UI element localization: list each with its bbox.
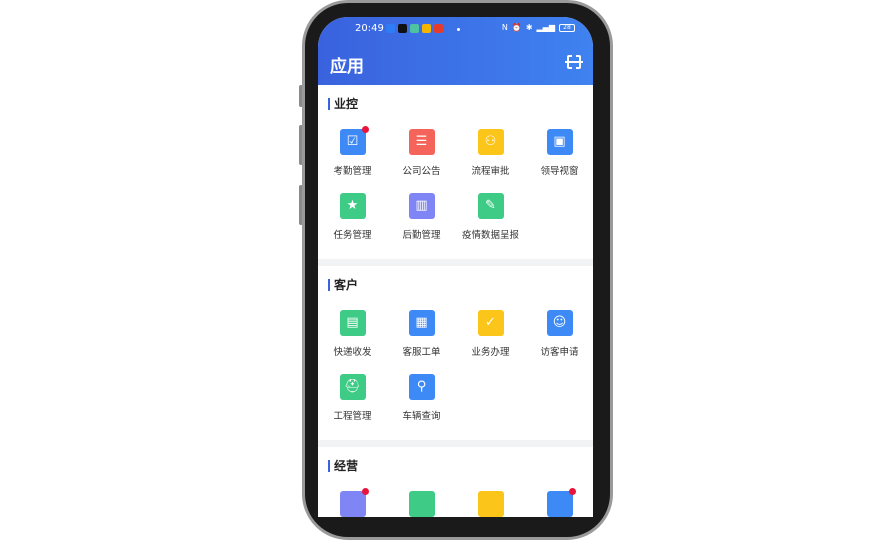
notification-badge xyxy=(568,488,576,495)
app-sections: 业控 ☑ 考勤管理 ☰ 公司公告 ⚇ 流程审批 ▣ 领导视窗 ★ 任务管理 ▥ 后勤管理 ✎ 疫情数据呈报客… xyxy=(318,85,593,517)
app-label: 车辆查询 xyxy=(402,411,441,422)
app-header: 20:49 N ⏰ ✱ ▂▄▆ 28 应用 xyxy=(318,17,593,85)
app-icon: ▦ xyxy=(408,310,435,336)
app-item[interactable]: ▣ 领导视窗 xyxy=(525,121,593,185)
app-icon: ✓ xyxy=(477,310,504,336)
notification-app-icon xyxy=(386,24,395,33)
app-item[interactable]: ▥ 后勤管理 xyxy=(387,185,456,249)
app-item[interactable]: ⚲ 车辆查询 xyxy=(387,366,456,430)
app-item[interactable]: ⚇ 流程审批 xyxy=(456,121,525,185)
section-title: 经营 xyxy=(318,457,593,475)
app-icon: ☺ xyxy=(546,310,573,336)
app-glyph-icon: ✓ xyxy=(485,315,496,330)
page-title: 应用 xyxy=(330,57,364,77)
app-item[interactable]: ☰ 公司公告 xyxy=(387,121,456,185)
app-item[interactable]: ✓ 业务办理 xyxy=(456,302,525,366)
app-label: 考勤管理 xyxy=(333,166,372,177)
app-item[interactable]: ▤ 快递收发 xyxy=(318,302,387,366)
app-icon: ⚇ xyxy=(477,129,504,155)
phone-screen: 20:49 N ⏰ ✱ ▂▄▆ 28 应用 业控 ☑ 考勤管理 ☰ 公司公告 ⚇ 流程审批 ▣… xyxy=(318,17,593,517)
app-icon: ▤ xyxy=(339,310,366,336)
app-glyph-icon: ▣ xyxy=(553,134,566,149)
app-label: 业务办理 xyxy=(471,347,510,358)
app-glyph-icon: ☰ xyxy=(415,134,428,149)
app-glyph-icon: ✎ xyxy=(485,198,496,213)
app-icon xyxy=(477,491,504,517)
notification-icons xyxy=(386,24,443,33)
more-notifications-icon xyxy=(457,28,460,31)
app-glyph-icon: ☑ xyxy=(346,134,359,149)
app-icon xyxy=(339,488,369,517)
app-icon xyxy=(546,488,576,517)
alarm-icon: ⏰ xyxy=(511,23,522,32)
app-label: 领导视窗 xyxy=(540,166,579,177)
section-2: 客户 ▤ 快递收发 ▦ 客服工单 ✓ 业务办理 ☺ 访客申请 ⛑ 工程管理 ⚲ 车辆查询 xyxy=(318,266,593,440)
app-icon: ▥ xyxy=(408,193,435,219)
app-glyph-icon: ⛑ xyxy=(344,379,361,394)
notification-app-icon xyxy=(422,24,431,33)
notification-app-icon xyxy=(434,24,443,33)
app-label: 客服工单 xyxy=(402,347,441,358)
app-label: 任务管理 xyxy=(333,230,372,241)
nfc-icon: N xyxy=(501,23,508,32)
status-time: 20:49 xyxy=(355,23,384,34)
section-1: 业控 ☑ 考勤管理 ☰ 公司公告 ⚇ 流程审批 ▣ 领导视窗 ★ 任务管理 ▥ 后勤管理 ✎ 疫情数据呈报 xyxy=(318,85,593,259)
app-glyph-icon: ⚲ xyxy=(416,379,427,394)
app-icon xyxy=(408,491,435,517)
notification-app-icon xyxy=(398,24,407,33)
system-status: N ⏰ ✱ ▂▄▆ 28 xyxy=(502,23,575,32)
app-icon: ☰ xyxy=(408,129,435,155)
section-3: 经营 xyxy=(318,447,593,517)
app-item[interactable]: ☺ 访客申请 xyxy=(525,302,593,366)
notification-badge xyxy=(361,126,369,133)
app-glyph-icon: ☺ xyxy=(552,315,567,330)
app-icon: ▣ xyxy=(546,129,573,155)
app-item[interactable]: ☑ 考勤管理 xyxy=(318,121,387,185)
app-glyph-icon: ▦ xyxy=(415,315,428,330)
app-label: 流程审批 xyxy=(471,166,510,177)
app-glyph-icon: ★ xyxy=(346,198,359,213)
app-label: 疫情数据呈报 xyxy=(461,230,519,241)
app-item[interactable]: ⛑ 工程管理 xyxy=(318,366,387,430)
app-item[interactable] xyxy=(456,483,525,517)
app-item[interactable] xyxy=(387,483,456,517)
app-icon: ★ xyxy=(339,193,366,219)
app-icon: ⛑ xyxy=(339,374,366,400)
app-item[interactable] xyxy=(318,483,387,517)
app-icon: ☑ xyxy=(339,126,369,155)
section-title: 客户 xyxy=(318,276,593,294)
notification-app-icon xyxy=(410,24,419,33)
app-label: 工程管理 xyxy=(333,411,372,422)
scan-icon[interactable] xyxy=(565,54,583,70)
status-bar: 20:49 N ⏰ ✱ ▂▄▆ 28 xyxy=(318,23,593,37)
app-glyph-icon: ▥ xyxy=(415,198,428,213)
app-label: 公司公告 xyxy=(402,166,441,177)
app-item[interactable] xyxy=(525,483,593,517)
bluetooth-icon: ✱ xyxy=(525,23,533,32)
app-label: 访客申请 xyxy=(540,347,579,358)
notification-badge xyxy=(361,488,369,495)
app-item[interactable]: ▦ 客服工单 xyxy=(387,302,456,366)
app-item[interactable]: ✎ 疫情数据呈报 xyxy=(456,185,525,249)
section-title: 业控 xyxy=(318,95,593,113)
app-label: 快递收发 xyxy=(333,347,372,358)
app-icon: ⚲ xyxy=(408,374,435,400)
app-icon: ✎ xyxy=(477,193,504,219)
app-glyph-icon: ▤ xyxy=(346,315,359,330)
app-glyph-icon: ⚇ xyxy=(484,134,497,149)
app-label: 后勤管理 xyxy=(402,230,441,241)
battery-icon: 28 xyxy=(559,23,575,32)
signal-icon: ▂▄▆ xyxy=(536,23,555,32)
app-item[interactable]: ★ 任务管理 xyxy=(318,185,387,249)
